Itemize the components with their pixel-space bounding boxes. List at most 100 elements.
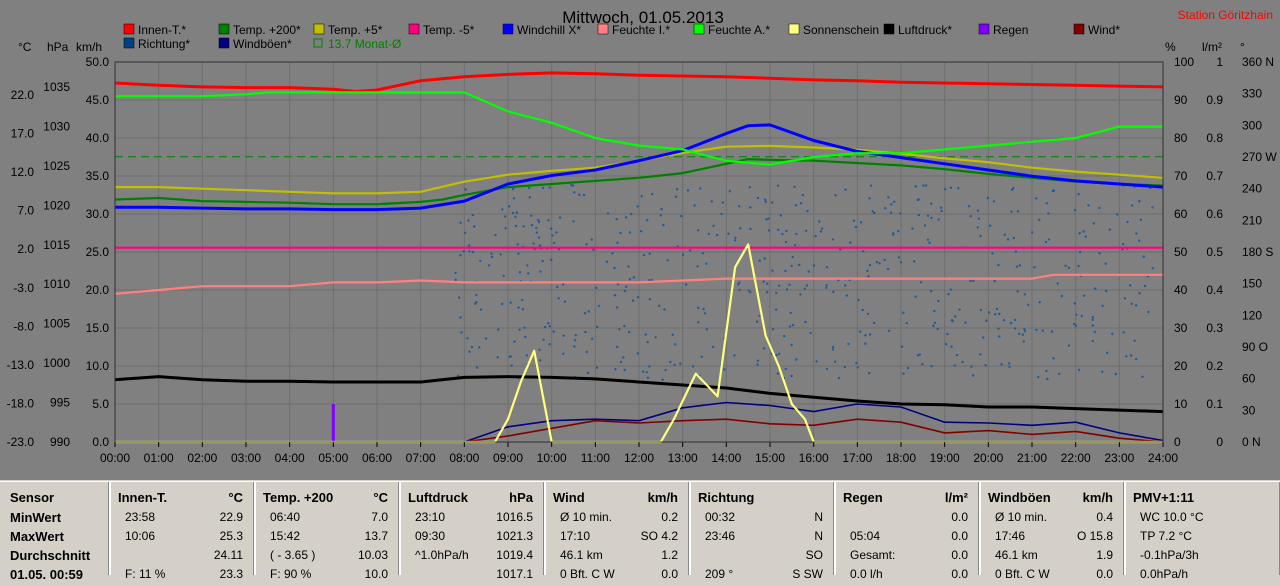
direction-point [583, 312, 587, 315]
direction-point [795, 358, 798, 361]
temp-tick-label: 12.0 [11, 165, 35, 179]
direction-point [641, 370, 645, 373]
direction-point [573, 345, 576, 348]
stats-cell-value: 1017.1 [496, 567, 533, 581]
direction-point [728, 190, 731, 193]
direction-point [623, 289, 626, 293]
direction-tick-label: 90 O [1242, 340, 1268, 354]
pressure-tick-label: 1035 [43, 80, 70, 94]
direction-point [605, 260, 609, 263]
direction-point [616, 306, 619, 309]
direction-point [691, 365, 695, 368]
direction-point [697, 306, 700, 310]
x-tick-label: 06:00 [362, 451, 392, 465]
direction-point [538, 348, 541, 351]
direction-point [801, 193, 805, 197]
direction-point [558, 216, 562, 219]
direction-point [779, 214, 783, 217]
direction-point [662, 223, 665, 227]
direction-point [1126, 220, 1129, 224]
direction-point [1016, 210, 1020, 213]
direction-point [809, 331, 812, 335]
direction-point [979, 353, 982, 356]
x-tick-label: 16:00 [799, 451, 829, 465]
direction-point [964, 321, 967, 324]
direction-point [537, 236, 541, 239]
legend-richtung--label: Richtung* [138, 37, 190, 51]
direction-point [644, 333, 647, 336]
direction-point [550, 258, 553, 261]
direction-point [723, 368, 726, 371]
direction-point [613, 266, 616, 270]
direction-point [852, 219, 856, 222]
direction-point [664, 368, 667, 372]
direction-point [646, 376, 650, 379]
direction-point [919, 281, 923, 284]
direction-point [867, 275, 870, 278]
direction-point [788, 283, 791, 286]
direction-point [542, 338, 545, 341]
stats-cell-value: 10.03 [357, 548, 388, 562]
direction-point [700, 355, 703, 358]
direction-point [857, 298, 860, 302]
stats-column: Windböen km/h Ø 10 min. 0.4 17:46 O 15.8 46.1 … [979, 482, 1124, 581]
direction-point [613, 294, 617, 297]
direction-point [987, 311, 991, 314]
direction-point [616, 345, 619, 349]
direction-point [693, 204, 696, 207]
stats-cell-value: N [814, 529, 823, 543]
temp-tick-label: -23.0 [7, 435, 35, 449]
direction-point [738, 281, 741, 284]
pressure-tick-label: 1015 [43, 238, 70, 252]
stats-cell-value: 24.11 [213, 548, 243, 562]
direction-point [1139, 218, 1143, 221]
temp-tick-label: 7.0 [17, 204, 34, 218]
legend-regen-swatch [978, 23, 990, 35]
stats-cell-label: WC 10.0 °C [1140, 510, 1204, 524]
direction-point [945, 343, 948, 346]
stats-cell-value: 25.3 [219, 529, 243, 543]
stats-column-unit: °C [373, 490, 388, 505]
direction-point [859, 330, 862, 333]
direction-point [771, 327, 775, 331]
direction-point [671, 333, 674, 336]
direction-point [642, 253, 646, 257]
weather-chart: 50.0 100 145.0 90 0.940.0 80 0.835.0 70 0.730.0 6… [7, 8, 1278, 465]
direction-point [661, 378, 664, 381]
direction-point [1002, 318, 1006, 322]
direction-point [539, 270, 542, 273]
direction-point [1135, 358, 1138, 361]
direction-point [501, 302, 504, 306]
direction-point [921, 363, 924, 366]
direction-point [636, 296, 640, 299]
direction-point [1111, 332, 1114, 335]
humidity-tick-label: 70 [1174, 169, 1188, 183]
stats-row-label: MinWert [10, 510, 62, 525]
direction-point [831, 238, 835, 241]
rain-tick-label: 0.3 [1206, 321, 1223, 335]
direction-point [537, 220, 541, 224]
direction-point [849, 241, 852, 244]
direction-point [855, 362, 858, 365]
direction-point [767, 229, 771, 232]
direction-point [953, 364, 956, 367]
direction-tick-label: 150 [1242, 277, 1262, 291]
x-tick-label: 15:00 [755, 451, 785, 465]
direction-point [548, 343, 551, 346]
direction-point [585, 350, 588, 354]
pressure-tick-label: 1030 [43, 119, 70, 133]
direction-point [825, 284, 828, 287]
direction-point [868, 197, 871, 200]
direction-point [892, 233, 895, 236]
direction-point [703, 312, 707, 315]
direction-point [933, 321, 936, 325]
stats-column: Wind km/h Ø 10 min. 0.2 17:10 SO 4.2 46.1 km 1.… [544, 482, 689, 581]
temp-tick-label: 2.0 [17, 242, 34, 256]
stats-column: Luftdruck hPa 23:10 1016.5 09:30 1021.3 ^1.0hP… [399, 482, 544, 581]
direction-point [812, 264, 816, 267]
direction-point [484, 337, 488, 340]
direction-point [1093, 330, 1097, 334]
direction-point [844, 284, 847, 287]
stats-column-unit: km/h [647, 490, 678, 505]
direction-point [766, 282, 769, 285]
